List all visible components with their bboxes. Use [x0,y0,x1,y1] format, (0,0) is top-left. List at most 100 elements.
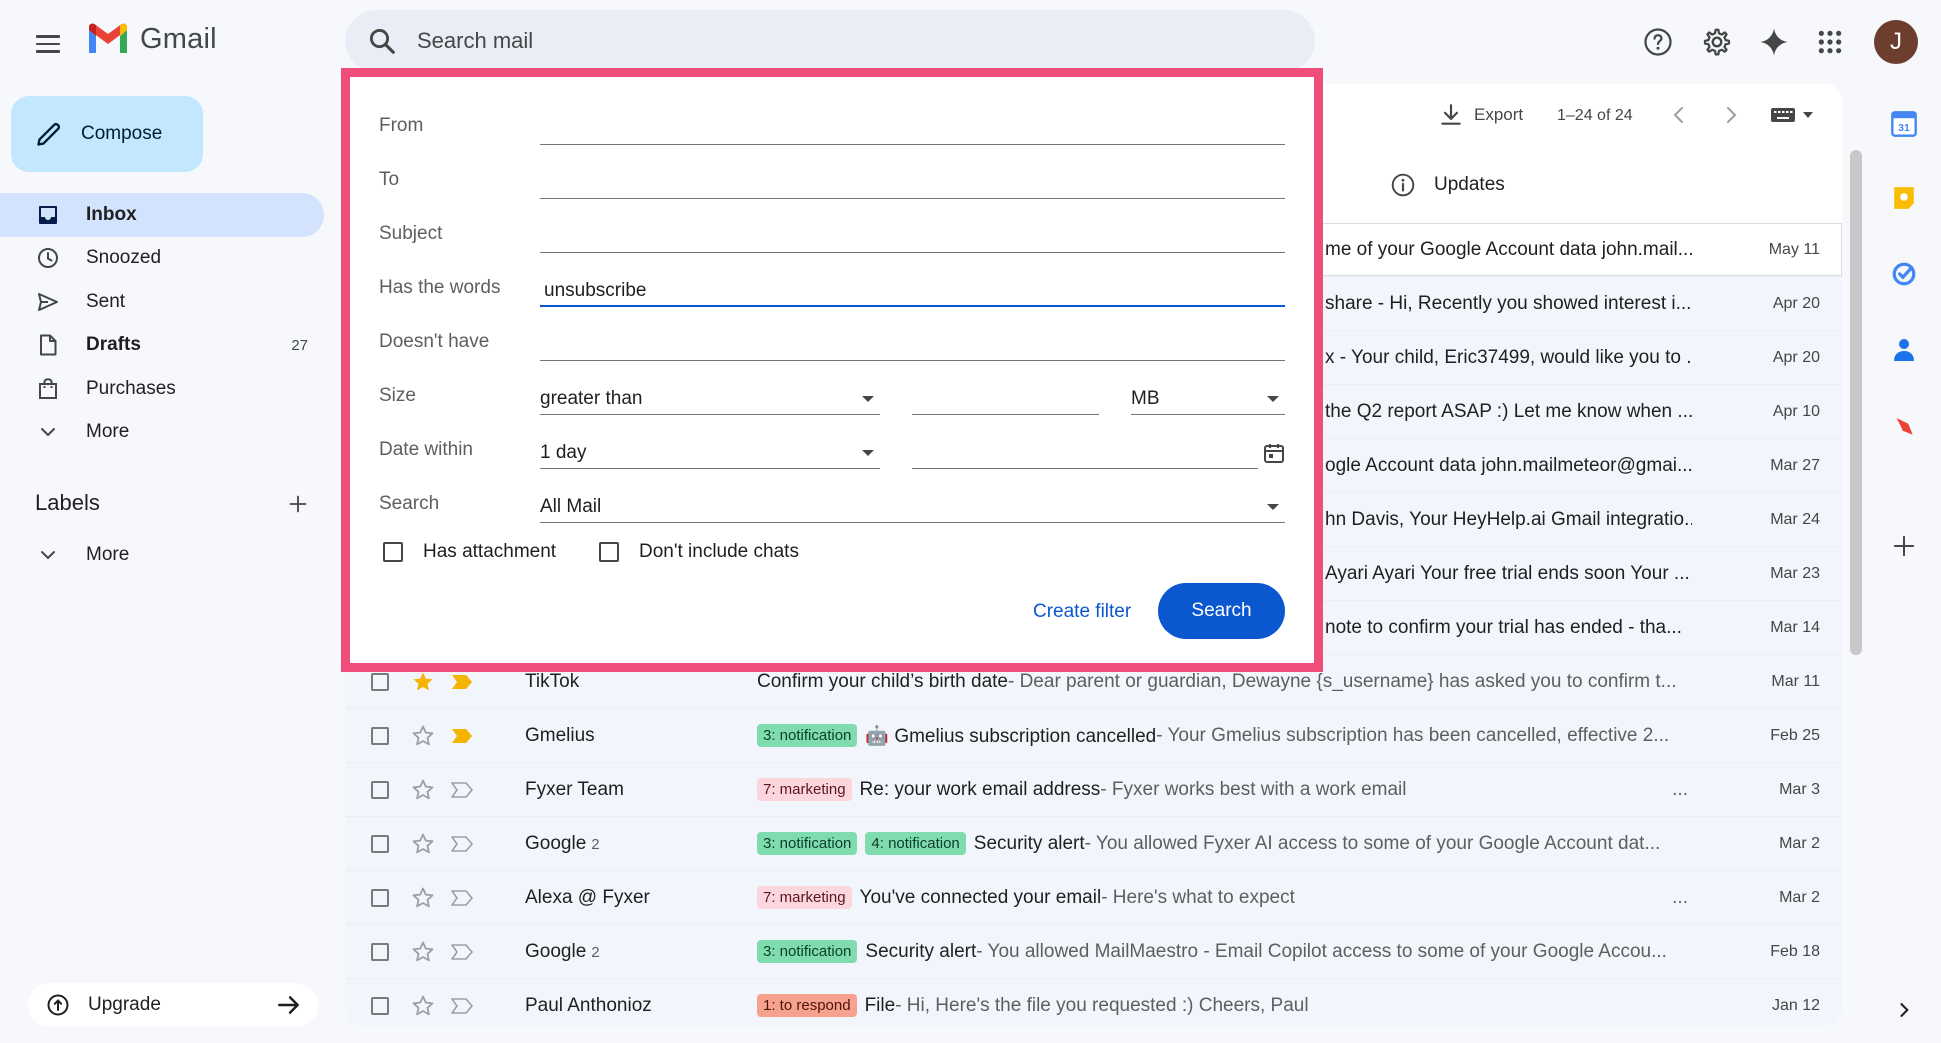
help-icon[interactable] [1636,20,1680,64]
table-row[interactable]: Alexa @ Fyxer 7: marketing You've connec… [345,871,1842,925]
dont-include-chats-checkbox[interactable]: Don't include chats [599,541,799,563]
subject-field[interactable] [540,217,1285,253]
row-checkbox[interactable] [371,780,389,799]
star-outline-icon[interactable] [411,832,435,856]
sidebar-item-label: Inbox [86,203,137,225]
label-tag[interactable]: 3: notification [757,724,858,747]
email-subject: Security alert [973,832,1085,854]
label-tag[interactable]: 1: to respond [757,994,857,1017]
create-filter-button[interactable]: Create filter [1033,601,1131,623]
sidebar-item-label: Purchases [86,377,176,399]
row-checkbox[interactable] [371,726,389,745]
calendar-icon[interactable]: 31 [1880,100,1928,148]
important-marker-outline-icon[interactable] [451,889,473,907]
date-field[interactable] [912,433,1258,469]
row-checkbox[interactable] [371,942,389,961]
star-outline-icon[interactable] [411,778,435,802]
label-tag[interactable]: 7: marketing [757,886,852,909]
size-operator-select[interactable]: greater than [540,379,880,415]
pencil-icon [37,122,61,146]
upgrade-label: Upgrade [88,994,161,1015]
email-date: Feb 25 [1770,726,1820,744]
keep-icon[interactable] [1880,174,1928,222]
from-field[interactable] [540,109,1285,145]
checkbox-box[interactable] [383,542,403,562]
row-checkbox[interactable] [371,834,389,853]
star-outline-icon[interactable] [411,886,435,910]
labels-more-item[interactable]: More [0,533,324,577]
input-tools-button[interactable] [1770,106,1814,124]
dropdown-caret-icon [1267,504,1279,510]
sidebar-item-label: Snoozed [86,247,162,269]
sidebar-item-purchases[interactable]: Purchases [0,367,324,411]
advanced-search-panel: From To Subject Has the words Doesn't ha… [341,68,1323,672]
chevron-right-icon[interactable] [1719,103,1743,127]
search-button[interactable]: Search [1158,583,1285,639]
label-tag[interactable]: 3: notification [757,940,858,963]
to-field[interactable] [540,163,1285,199]
email-subject: Security alert [865,940,977,962]
table-row[interactable]: Google 2 3: notification 4: notification … [345,817,1842,871]
table-row[interactable]: Google 2 3: notification Security alert -… [345,925,1842,979]
has-attachment-checkbox[interactable]: Has attachment [383,541,556,563]
calendar-picker-icon[interactable] [1262,441,1286,465]
email-date: Mar 14 [1770,618,1820,636]
star-outline-icon[interactable] [411,994,435,1018]
row-checkbox[interactable] [371,672,389,691]
contacts-icon[interactable] [1880,326,1928,374]
table-row[interactable]: Gmelius 3: notification 🤖 Gmelius subscr… [345,709,1842,763]
label-tag[interactable]: 3: notification [757,832,858,855]
chevron-left-icon[interactable] [1667,103,1691,127]
checkbox-box[interactable] [599,542,619,562]
gemini-sparkle-icon[interactable] [1752,20,1796,64]
date-within-row: Date within 1 day [350,431,1314,471]
settings-gear-icon[interactable] [1695,20,1739,64]
tab-updates-label: Updates [1434,174,1505,195]
addon-icon[interactable] [1880,402,1928,450]
from-label: From [379,115,424,136]
email-sender: Google 2 [525,940,600,962]
apps-grid-icon[interactable] [1808,20,1852,64]
important-marker-outline-icon[interactable] [451,943,473,961]
has-words-field[interactable] [540,271,1285,307]
star-outline-icon[interactable] [411,940,435,964]
star-filled-icon[interactable] [411,670,435,694]
sidebar-item-drafts[interactable]: Drafts 27 [0,324,324,368]
size-operator-value: greater than [540,388,643,409]
expand-panel-chevron-icon[interactable] [1880,986,1928,1034]
email-date: Jan 12 [1771,996,1820,1014]
star-outline-icon[interactable] [411,724,435,748]
important-marker-icon[interactable] [451,673,473,691]
important-marker-outline-icon[interactable] [451,997,473,1015]
date-within-select[interactable]: 1 day [540,433,880,469]
tasks-icon[interactable] [1880,250,1928,298]
important-marker-outline-icon[interactable] [451,835,473,853]
label-tag[interactable]: 4: notification [865,832,966,855]
upgrade-button[interactable]: Upgrade [28,983,318,1027]
table-row[interactable]: Fyxer Team 7: marketing Re: your work em… [345,763,1842,817]
add-label-plus-icon[interactable] [284,490,312,518]
sidebar-item-snoozed[interactable]: Snoozed [0,237,324,281]
has-words-label: Has the words [379,277,501,298]
search-in-select[interactable]: All Mail [540,487,1285,523]
table-row[interactable]: Paul Anthonioz 1: to respond File - Hi, … [345,979,1842,1026]
export-button[interactable]: Export [1438,102,1523,128]
size-unit-select[interactable]: MB [1131,379,1285,415]
row-checkbox[interactable] [371,888,389,907]
sidebar-item-sent[interactable]: Sent [0,280,324,324]
size-value-field[interactable] [912,379,1099,415]
doesnt-have-field[interactable] [540,325,1285,361]
account-avatar[interactable]: J [1874,20,1918,64]
important-marker-icon[interactable] [451,727,473,745]
row-checkbox[interactable] [371,996,389,1015]
list-scrollbar[interactable] [1850,150,1862,655]
sidebar-item-inbox[interactable]: Inbox [0,193,324,237]
important-marker-outline-icon[interactable] [451,781,473,799]
email-snippet: note to confirm your trial has ended - t… [1325,616,1682,638]
tab-updates[interactable]: Updates [1390,172,1505,198]
sidebar-item-more[interactable]: More [0,411,324,455]
compose-button[interactable]: Compose [11,96,203,172]
add-addon-plus-icon[interactable] [1880,522,1928,570]
chevron-down-icon [34,541,62,569]
label-tag[interactable]: 7: marketing [757,778,852,801]
